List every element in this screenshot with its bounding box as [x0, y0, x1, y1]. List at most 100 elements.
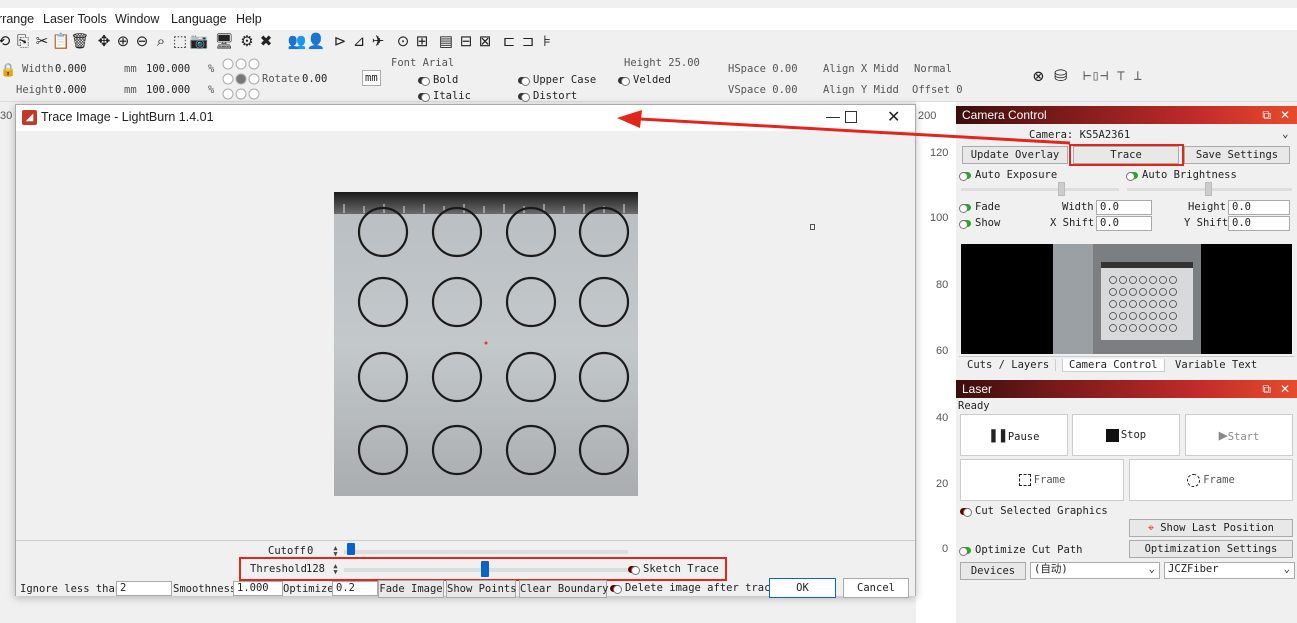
welded-toggle[interactable]: Velded [618, 74, 671, 86]
distribute-v-icon[interactable]: ⊠ [475, 32, 495, 52]
delete-image-toggle[interactable]: Delete image after trace [610, 582, 777, 594]
zoom-fit-icon[interactable]: ⌕ [151, 32, 171, 52]
zoom-in-icon[interactable]: ⊕ [113, 32, 133, 52]
align-center-icon[interactable]: ⊐ [518, 32, 538, 52]
bold-toggle[interactable]: Bold [418, 74, 458, 86]
gear-icon[interactable]: ⚙ [237, 32, 257, 52]
overlay-height-field[interactable]: 0.0 [1228, 200, 1290, 215]
frame-rect-button[interactable]: Frame [960, 459, 1124, 501]
optimize-cut-toggle[interactable]: Optimize Cut Path [959, 544, 1082, 556]
port-select[interactable]: (自动) ⌄ [1030, 562, 1160, 579]
cutoff-slider-track[interactable] [344, 550, 628, 554]
tools-icon[interactable]: ✖ [256, 32, 276, 52]
copy-icon[interactable]: ⎘ [13, 32, 33, 52]
offset-field[interactable]: Offset 0 [912, 84, 963, 96]
resize-handle[interactable] [810, 224, 815, 230]
zoom-out-icon[interactable]: ⊖ [132, 32, 152, 52]
menu-help[interactable]: Help [236, 12, 262, 26]
smoothness-field[interactable]: 1.000 [233, 581, 283, 596]
italic-toggle[interactable]: Italic [418, 90, 471, 102]
panel-close-icon[interactable]: ✕ [1280, 380, 1290, 398]
auto-brightness-toggle[interactable]: Auto Brightness [1126, 169, 1237, 181]
ignore-field[interactable]: 2 [116, 581, 172, 596]
height-percent[interactable]: 100.000 [146, 84, 190, 96]
camera-icon[interactable]: 📷 [189, 32, 209, 52]
select-frame-icon[interactable]: ⬚ [170, 32, 190, 52]
tab-cuts-layers[interactable]: Cuts / Layers [961, 359, 1057, 371]
height-value[interactable]: 0.000 [55, 84, 87, 96]
minimize-icon[interactable]: — [826, 108, 840, 124]
clear-boundary-button[interactable]: Clear Boundary [519, 580, 609, 598]
maximize-icon[interactable] [845, 111, 857, 123]
fade-toggle[interactable]: Fade [959, 201, 1000, 213]
save-settings-button[interactable]: Save Settings [1184, 146, 1290, 164]
align-x-select[interactable]: Align X Midd [823, 63, 899, 75]
optimize-field[interactable]: 0.2 [332, 581, 378, 596]
align-icon[interactable]: ⊞ [412, 32, 432, 52]
distort-toggle[interactable]: Distort [518, 90, 577, 102]
cancel-button[interactable]: Cancel [843, 578, 909, 598]
vspace-field[interactable]: VSpace 0.00 [728, 84, 798, 96]
font-select[interactable]: Font Arial [391, 57, 454, 69]
cut-selected-toggle[interactable]: Cut Selected Graphics [960, 505, 1108, 517]
cutoff-slider-handle[interactable] [347, 543, 355, 555]
delete-icon[interactable]: 🗑 [70, 32, 90, 52]
menu-laser-tools[interactable]: Laser Tools [43, 12, 107, 26]
align-tools-icon[interactable]: ⊢▯⊣ ⊤ ⊥ [1083, 68, 1142, 84]
tab-camera-control[interactable]: Camera Control [1062, 359, 1165, 372]
stop-button[interactable]: Stop [1072, 414, 1180, 456]
align-y-select[interactable]: Align Y Midd [823, 84, 899, 96]
exposure-slider-handle[interactable] [1058, 182, 1065, 196]
array-icon[interactable]: ▤ [436, 32, 456, 52]
move-icon[interactable]: ✥ [94, 32, 114, 52]
auto-exposure-toggle[interactable]: Auto Exposure [959, 169, 1057, 181]
fade-image-button[interactable]: Fade Image [378, 580, 444, 598]
float-icon[interactable]: ⧉ [1262, 380, 1271, 398]
upper-case-toggle[interactable]: Upper Case [518, 74, 596, 86]
camera-dropdown-chevron-icon[interactable]: ⌄ [1282, 127, 1289, 140]
optimization-settings-button[interactable]: Optimization Settings [1129, 540, 1293, 558]
devices-button[interactable]: Devices [960, 562, 1026, 580]
cut-icon[interactable]: ✂ [32, 32, 52, 52]
rotate-value[interactable]: 0.00 [302, 73, 327, 85]
menu-language[interactable]: Language [171, 12, 227, 26]
align-left-icon[interactable]: ⊏ [499, 32, 519, 52]
panel-close-icon[interactable]: ✕ [1280, 106, 1290, 124]
close-icon[interactable]: ✕ [887, 107, 900, 127]
exposure-slider-track[interactable] [961, 188, 1119, 191]
monitor-icon[interactable]: 🖥 [214, 32, 234, 52]
tab-variable-text[interactable]: Variable Text [1169, 359, 1263, 371]
flip-h-icon[interactable]: ⊳ [330, 32, 350, 52]
align-right-icon[interactable]: ⊧ [537, 32, 557, 52]
show-last-position-button[interactable]: ⌖ Show Last Position [1129, 519, 1293, 537]
width-value[interactable]: 0.000 [55, 63, 87, 75]
group-icon[interactable]: 👥 [287, 32, 307, 52]
distribute-h-icon[interactable]: ⊟ [456, 32, 476, 52]
width-percent[interactable]: 100.000 [146, 63, 190, 75]
start-button[interactable]: ▶Start [1185, 414, 1293, 456]
font-height[interactable]: Height 25.00 [624, 57, 700, 69]
xshift-field[interactable]: 0.0 [1096, 216, 1152, 231]
cutoff-spin[interactable]: ▲ ▼ [331, 545, 340, 558]
menu-arrange[interactable]: rrange [0, 12, 34, 26]
database-icon[interactable]: ⛁ [1054, 66, 1067, 85]
cutoff-value[interactable]: 0 [307, 545, 313, 557]
paste-icon[interactable]: 📋 [51, 32, 71, 52]
float-icon[interactable]: ⧉ [1262, 106, 1271, 124]
send-icon[interactable]: ✈ [368, 32, 388, 52]
hspace-field[interactable]: HSpace 0.00 [728, 63, 798, 75]
show-toggle[interactable]: Show [959, 217, 1000, 229]
device-select[interactable]: JCZFiber ⌄ [1164, 562, 1295, 579]
pause-button[interactable]: ❚❚Pause [960, 414, 1068, 456]
update-overlay-button[interactable]: Update Overlay [962, 146, 1068, 164]
frame-circle-button[interactable]: Frame [1129, 459, 1293, 501]
target-icon[interactable]: ⊙ [393, 32, 413, 52]
lock-icon[interactable]: 🔒 [0, 63, 16, 78]
undo-icon[interactable]: ⟲ [0, 32, 14, 52]
ok-button[interactable]: OK [769, 578, 836, 598]
normal-select[interactable]: Normal [914, 63, 952, 75]
mm-toggle-button[interactable]: mm [362, 70, 381, 86]
menu-window[interactable]: Window [115, 12, 159, 26]
yshift-field[interactable]: 0.0 [1228, 216, 1290, 231]
anchor-grid[interactable] [222, 56, 260, 100]
